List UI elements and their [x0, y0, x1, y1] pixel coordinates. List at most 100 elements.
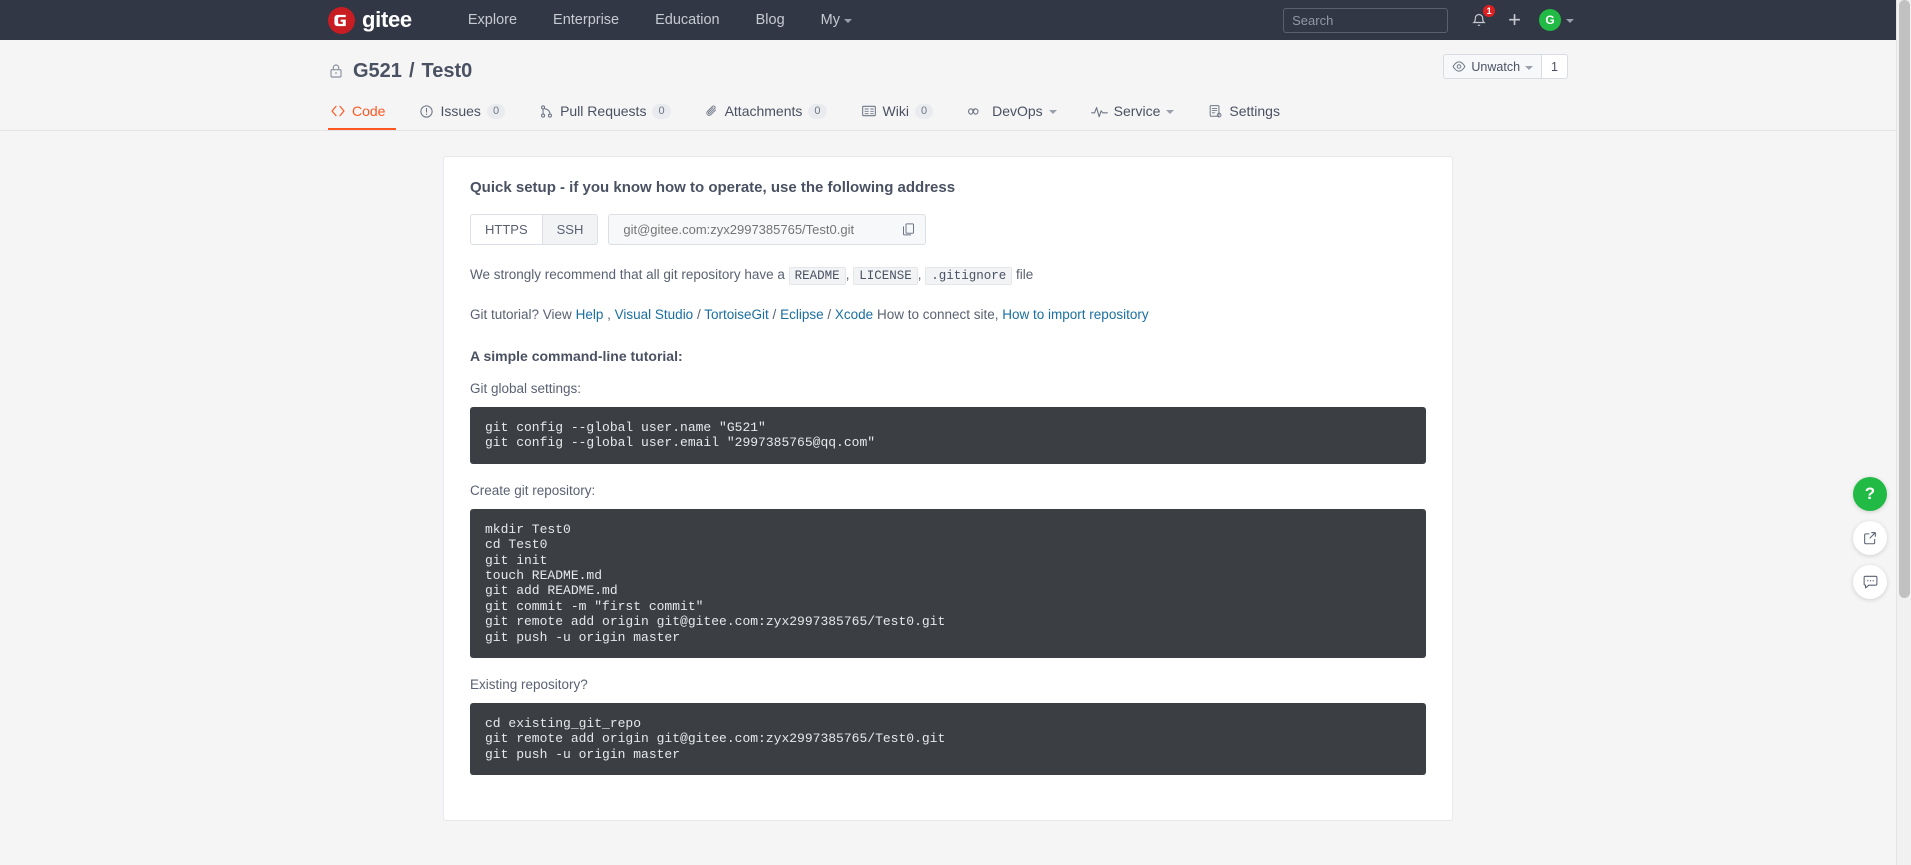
tab-devops-label: DevOps — [992, 103, 1043, 119]
chevron-down-icon — [1166, 110, 1175, 114]
breadcrumb-separator: / — [408, 60, 415, 82]
tab-attachments-label: Attachments — [724, 103, 803, 119]
main-content: Quick setup - if you know how to operate… — [0, 131, 1896, 822]
repo-owner-link[interactable]: G521 — [353, 59, 402, 83]
nav-link-explore-label: Explore — [467, 12, 518, 28]
feedback-button[interactable] — [1853, 565, 1887, 599]
pulse-icon — [1090, 106, 1108, 117]
readme-chip: README — [788, 267, 846, 285]
code-icon — [331, 105, 345, 117]
recommend-suffix: file — [1016, 267, 1034, 282]
question-mark-icon: ? — [1864, 484, 1876, 503]
recommend-text: We strongly recommend that all git repos… — [470, 264, 1426, 287]
unwatch-button[interactable]: Unwatch — [1443, 54, 1543, 79]
visual-studio-link[interactable]: Visual Studio — [615, 307, 694, 322]
notifications-button[interactable]: 1 — [1468, 5, 1496, 32]
nav-link-my[interactable]: My — [803, 0, 870, 40]
top-navbar: gitee Explore Enterprise Education Blog … — [0, 0, 1896, 40]
tab-pull-requests-count: 0 — [652, 103, 671, 119]
nav-link-education-label: Education — [655, 12, 720, 28]
tab-pull-requests-label: Pull Requests — [560, 103, 647, 119]
external-link-icon — [1864, 532, 1876, 545]
eclipse-link[interactable]: Eclipse — [780, 307, 824, 322]
settings-icon — [1210, 104, 1222, 117]
git-global-settings-label: Git global settings: — [470, 381, 582, 396]
tab-code[interactable]: Code — [328, 103, 397, 130]
tab-pull-requests[interactable]: Pull Requests 0 — [528, 103, 682, 130]
protocol-toggle: HTTPS SSH — [470, 214, 599, 245]
infinity-icon — [968, 107, 979, 115]
tutorial-middle: How to connect site, — [876, 307, 999, 322]
protocol-ssh-button[interactable]: SSH — [541, 214, 599, 245]
nav-link-education[interactable]: Education — [637, 0, 738, 40]
existing-repository-label: Existing repository? — [470, 677, 588, 693]
gitee-logo[interactable]: gitee — [328, 6, 412, 34]
watch-group: Unwatch 1 — [1443, 54, 1568, 79]
tab-wiki-count: 0 — [914, 103, 934, 119]
gitee-logo-text: gitee — [362, 7, 412, 32]
chevron-down-icon — [1048, 110, 1057, 114]
nav-link-my-label: My — [820, 12, 840, 28]
repository-tabs: Code Issues 0 Pull Requests 0 Attachment… — [328, 96, 1568, 130]
help-button[interactable]: ? — [1853, 477, 1887, 511]
repository-header: G521 / Test0 Unwatch 1 Code Issues 0 Pul… — [0, 40, 1896, 131]
gitee-logo-icon — [328, 6, 355, 34]
tab-devops[interactable]: DevOps — [956, 103, 1068, 130]
quick-setup-title: Quick setup - if you know how to operate… — [470, 179, 956, 196]
tab-issues-label: Issues — [440, 103, 481, 119]
tutorial-prefix: Git tutorial? View — [470, 307, 572, 322]
clone-url-box — [608, 214, 927, 245]
license-chip: LICENSE — [853, 267, 918, 285]
create-git-repository-code: mkdir Test0 cd Test0 git init touch READ… — [470, 508, 1426, 659]
tab-settings-label: Settings — [1229, 103, 1280, 119]
nav-link-explore[interactable]: Explore — [450, 0, 535, 40]
issue-icon — [420, 104, 434, 118]
page-scrollbar[interactable] — [1896, 0, 1911, 865]
chevron-down-icon — [1525, 65, 1534, 70]
tutorial-links-text: Git tutorial? View Help , Visual Studio … — [470, 304, 1426, 326]
tab-settings[interactable]: Settings — [1197, 103, 1291, 130]
tortoisegit-link[interactable]: TortoiseGit — [704, 307, 769, 322]
tab-service[interactable]: Service — [1080, 103, 1186, 130]
tab-wiki[interactable]: Wiki 0 — [850, 103, 945, 130]
tab-issues-count: 0 — [486, 103, 506, 119]
tutorial-sep-1: / — [696, 307, 701, 322]
import-repository-link[interactable]: How to import repository — [1002, 307, 1148, 322]
copy-icon[interactable] — [895, 222, 916, 237]
nav-link-enterprise[interactable]: Enterprise — [535, 0, 637, 40]
create-new-button[interactable]: + — [1508, 9, 1521, 31]
xcode-link[interactable]: Xcode — [835, 307, 873, 322]
nav-link-blog[interactable]: Blog — [738, 0, 803, 40]
existing-repository-code: cd existing_git_repo git remote add orig… — [470, 703, 1426, 776]
tab-attachments[interactable]: Attachments 0 — [694, 103, 838, 130]
tab-issues[interactable]: Issues 0 — [408, 103, 516, 130]
user-menu[interactable]: G — [1539, 9, 1574, 31]
breadcrumb: G521 / Test0 — [328, 56, 1568, 86]
clone-url-input[interactable] — [621, 221, 896, 238]
scrollbar-thumb[interactable] — [1899, 0, 1910, 598]
search-input[interactable] — [1283, 7, 1449, 33]
clone-row: HTTPS SSH — [470, 214, 1426, 245]
share-button[interactable] — [1853, 521, 1887, 555]
quick-setup-panel: Quick setup - if you know how to operate… — [443, 156, 1453, 822]
watch-count[interactable]: 1 — [1542, 54, 1568, 79]
nav-link-blog-label: Blog — [755, 12, 785, 28]
protocol-https-button[interactable]: HTTPS — [470, 214, 542, 245]
command-line-tutorial-heading: A simple command-line tutorial: — [470, 348, 683, 364]
git-global-settings-code: git config --global user.name "G521" git… — [470, 407, 1426, 464]
book-icon — [861, 105, 876, 117]
nav-link-enterprise-label: Enterprise — [553, 12, 620, 28]
tab-service-label: Service — [1113, 103, 1161, 119]
floating-action-buttons: ? — [1853, 477, 1887, 599]
help-link[interactable]: Help — [576, 307, 604, 322]
pull-request-icon — [541, 104, 553, 118]
avatar: G — [1539, 9, 1561, 31]
notification-badge: 1 — [1483, 5, 1496, 17]
tab-code-label: Code — [352, 103, 386, 119]
navbar-right-group: 1 + G — [1283, 5, 1578, 33]
recommend-prefix: We strongly recommend that all git repos… — [470, 267, 785, 282]
tab-wiki-label: Wiki — [882, 103, 909, 119]
unwatch-label: Unwatch — [1471, 59, 1521, 74]
lock-icon — [328, 62, 344, 80]
repo-name-link[interactable]: Test0 — [422, 59, 473, 83]
